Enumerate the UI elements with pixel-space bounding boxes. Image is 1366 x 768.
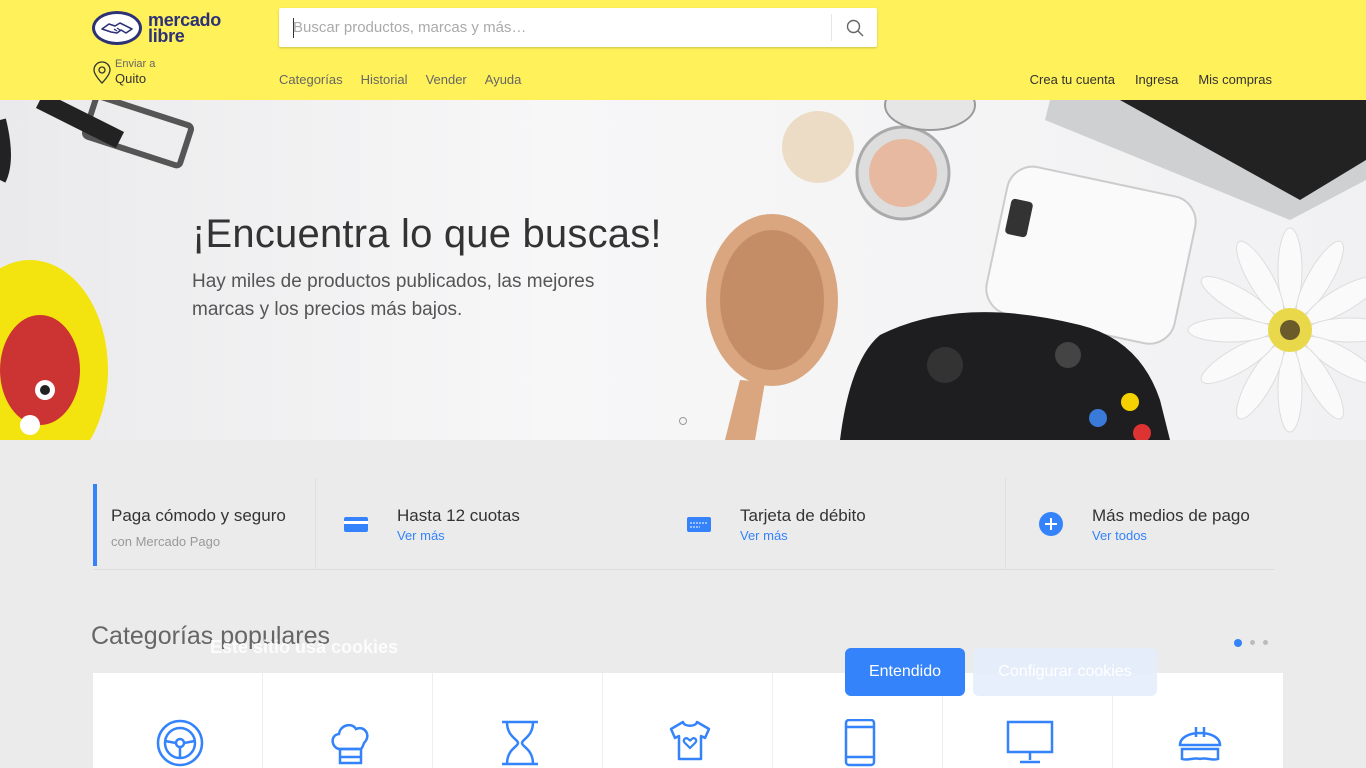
search-bar (279, 8, 877, 47)
hero-banner[interactable]: ¡Encuentra lo que buscas! Hay miles de p… (0, 100, 1366, 440)
payment-more-title: Más medios de pago (1092, 506, 1250, 525)
credit-card-icon (344, 517, 368, 532)
accept-cookies-button[interactable]: Entendido (845, 648, 965, 696)
payment-more-methods[interactable]: Más medios de pago Ver todos (1038, 478, 1275, 570)
mercadolibre-logo[interactable]: mercado libre (92, 10, 232, 46)
payment-installments-title: Hasta 12 cuotas (397, 506, 520, 525)
installments-see-more-link[interactable]: Ver más (397, 528, 445, 543)
payment-intro: Paga cómodo y seguro con Mercado Pago (93, 484, 313, 566)
payment-debit[interactable]: Tarjeta de débito Ver más (686, 478, 1006, 570)
location-selector[interactable]: Enviar a Quito (92, 58, 155, 87)
location-label: Enviar a (115, 58, 156, 70)
nav-historial[interactable]: Historial (361, 72, 408, 87)
nav-ayuda[interactable]: Ayuda (485, 72, 522, 87)
payment-intro-subtitle: con Mercado Pago (111, 534, 221, 549)
payment-methods-strip: Paga cómodo y seguro con Mercado Pago Ha… (93, 478, 1275, 570)
pagination-dot[interactable] (1234, 638, 1242, 647)
category-baby[interactable] (603, 673, 773, 768)
location-pin-icon (93, 61, 111, 84)
steering-wheel-icon (156, 719, 204, 767)
nav-categorias[interactable]: Categorías (279, 72, 343, 87)
pagination-dot[interactable] (1250, 640, 1255, 645)
location-city: Quito (115, 71, 147, 86)
payment-installments[interactable]: Hasta 12 cuotas Ver más (343, 478, 673, 570)
category-hourglass[interactable] (433, 673, 603, 768)
hero-subtitle: Hay miles de productos publicados, las m… (192, 271, 595, 320)
carousel-dot[interactable] (679, 417, 687, 425)
logo-text-line2: libre (148, 26, 185, 46)
divider (315, 478, 316, 570)
category-kitchen[interactable] (263, 673, 433, 768)
create-account-link[interactable]: Crea tu cuenta (1030, 72, 1115, 87)
hourglass-icon (502, 720, 538, 766)
pagination-dot[interactable] (1263, 640, 1268, 645)
search-icon (846, 19, 863, 36)
monitor-icon (1006, 720, 1054, 764)
nav-vender[interactable]: Vender (426, 72, 467, 87)
header: mercado libre Enviar a Quito Categorías … (0, 0, 1366, 100)
divider (1005, 478, 1006, 570)
baby-onesie-icon (669, 720, 711, 761)
smartphone-icon (844, 719, 876, 767)
safety-helmet-icon (1178, 727, 1222, 761)
payment-debit-title: Tarjeta de débito (740, 506, 866, 525)
user-nav: Crea tu cuenta Ingresa Mis compras (1030, 72, 1272, 87)
cookie-banner-title: Este sitio usa cookies (210, 637, 399, 657)
search-input[interactable] (293, 8, 833, 47)
debit-see-more-link[interactable]: Ver más (740, 528, 788, 543)
more-methods-see-all-link[interactable]: Ver todos (1092, 528, 1147, 543)
category-vehicles[interactable] (93, 673, 263, 768)
chef-hat-icon (331, 723, 369, 765)
text-caret (293, 18, 294, 38)
login-link[interactable]: Ingresa (1135, 72, 1178, 87)
categories-pagination (1234, 638, 1268, 647)
hero-title: ¡Encuentra lo que buscas! (192, 212, 662, 256)
search-button[interactable] (831, 14, 877, 41)
plus-circle-icon (1039, 512, 1063, 536)
main-nav: Categorías Historial Vender Ayuda (279, 72, 521, 87)
configure-cookies-button[interactable]: Configurar cookies (973, 648, 1157, 696)
my-purchases-link[interactable]: Mis compras (1198, 72, 1272, 87)
payment-intro-title: Paga cómodo y seguro (111, 506, 286, 525)
debit-card-icon (687, 517, 711, 532)
handshake-icon (92, 11, 142, 45)
